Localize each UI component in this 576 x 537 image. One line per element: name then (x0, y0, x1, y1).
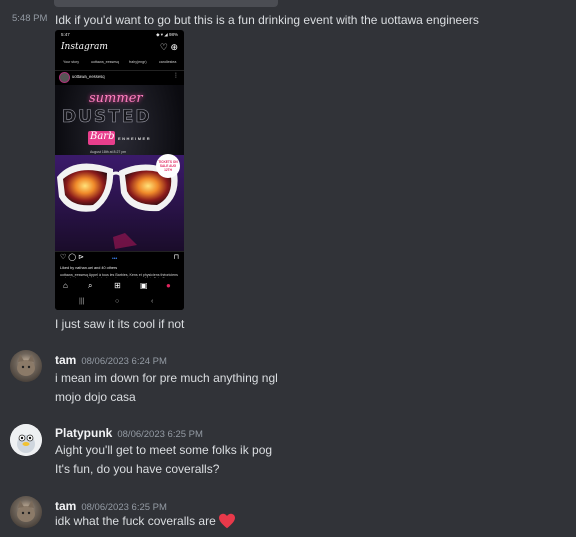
stories-row: Your story uottawa_eessesq frahy(engr) c… (55, 58, 184, 70)
message-text: Aight you'll get to meet some folks ik p… (55, 443, 273, 457)
profile-icon: ● (166, 281, 171, 290)
carousel-dots-icon: ••• (112, 256, 118, 262)
home-button-icon: ○ (115, 298, 120, 305)
message-text: Idk if you'd want to go but this is a fu… (55, 13, 479, 27)
post-menu-icon: ⋮ (173, 73, 179, 79)
cat-avatar-icon (17, 354, 35, 376)
event-poster: summer DUSTED Barb ENHEIMER August 18th … (55, 85, 184, 251)
previous-message-edge (54, 0, 278, 7)
story-label: Your story (63, 60, 80, 64)
penguin-avatar-icon (10, 424, 42, 456)
post-username: uottawa_eessesq (72, 74, 105, 79)
avatar[interactable] (10, 424, 42, 456)
message-header: Platypunk 08/06/2023 6:25 PM (55, 424, 203, 442)
message-text: mojo dojo casa (55, 390, 136, 404)
username[interactable]: tam (55, 353, 76, 367)
avatar[interactable] (10, 350, 42, 382)
chat-messages: 5:48 PM Idk if you'd want to go but this… (0, 0, 576, 537)
message-text: It's fun, do you have coveralls? (55, 462, 220, 476)
phone-divider (55, 70, 184, 71)
post-likes: Liked by nathan.uei and 40 others (60, 266, 118, 270)
home-icon: ⌂ (63, 281, 68, 290)
recents-icon: ||| (79, 298, 85, 305)
post-action-icons: ♡ ◯ ⊳ (60, 254, 84, 261)
instagram-logo: Instagram (61, 42, 108, 52)
tickets-line: 12TH (164, 168, 172, 172)
heart-messenger-icon: ♡ ⊕ (159, 42, 178, 52)
message-header: tam 08/06/2023 6:24 PM (55, 351, 167, 369)
message-text: I just saw it its cool if not (55, 317, 185, 331)
message-timestamp: 5:48 PM (12, 13, 48, 24)
message-line: idk what the fuck coveralls are (55, 513, 236, 529)
story-label: candlestea (159, 60, 177, 64)
poster-barb-text: Barb (90, 131, 115, 142)
story-label: uottawa_eessesq (91, 60, 119, 64)
image-attachment[interactable]: 5:47 ◆ ▾ ◢ 98% Instagram ♡ ⊕ Your story … (55, 30, 184, 310)
back-icon: ‹ (151, 298, 154, 305)
poster-summer-text: summer (89, 91, 143, 106)
create-icon: ⊞ (114, 281, 121, 290)
poster-heimer-text: ENHEIMER (118, 136, 152, 141)
reels-icon: ▣ (140, 281, 148, 290)
phone-status-time: 5:47 (61, 32, 70, 37)
story-label: frahy(engr) (129, 60, 147, 64)
bookmark-icon: ⊓ (173, 254, 179, 261)
instagram-bottom-nav: ⌂ ⌕ ⊞ ▣ ● (55, 278, 184, 296)
avatar[interactable] (10, 496, 42, 528)
message-text: idk what the fuck coveralls are (55, 514, 216, 528)
message-text: i mean im down for pre much anything ngl (55, 371, 278, 385)
phone-status-icons: ◆ ▾ ◢ 98% (156, 32, 178, 37)
tickets-badge: TICKETS ON SALE AUG 12TH (156, 154, 180, 178)
poster-dusted-text: DUSTED (62, 107, 152, 128)
post-avatar (59, 72, 70, 83)
message-timestamp: 08/06/2023 6:25 PM (117, 429, 203, 440)
cat-avatar-icon (17, 500, 35, 522)
poster-date: August 18th at 8:27 pm (90, 150, 127, 154)
red-heart-icon (218, 513, 235, 529)
username[interactable]: tam (55, 499, 76, 513)
username[interactable]: Platypunk (55, 426, 112, 440)
message-timestamp: 08/06/2023 6:24 PM (81, 356, 167, 367)
android-system-nav: ||| ○ ‹ (55, 296, 184, 310)
search-icon: ⌕ (88, 281, 93, 290)
message-timestamp: 08/06/2023 6:25 PM (81, 502, 167, 513)
phone-divider (55, 251, 184, 252)
